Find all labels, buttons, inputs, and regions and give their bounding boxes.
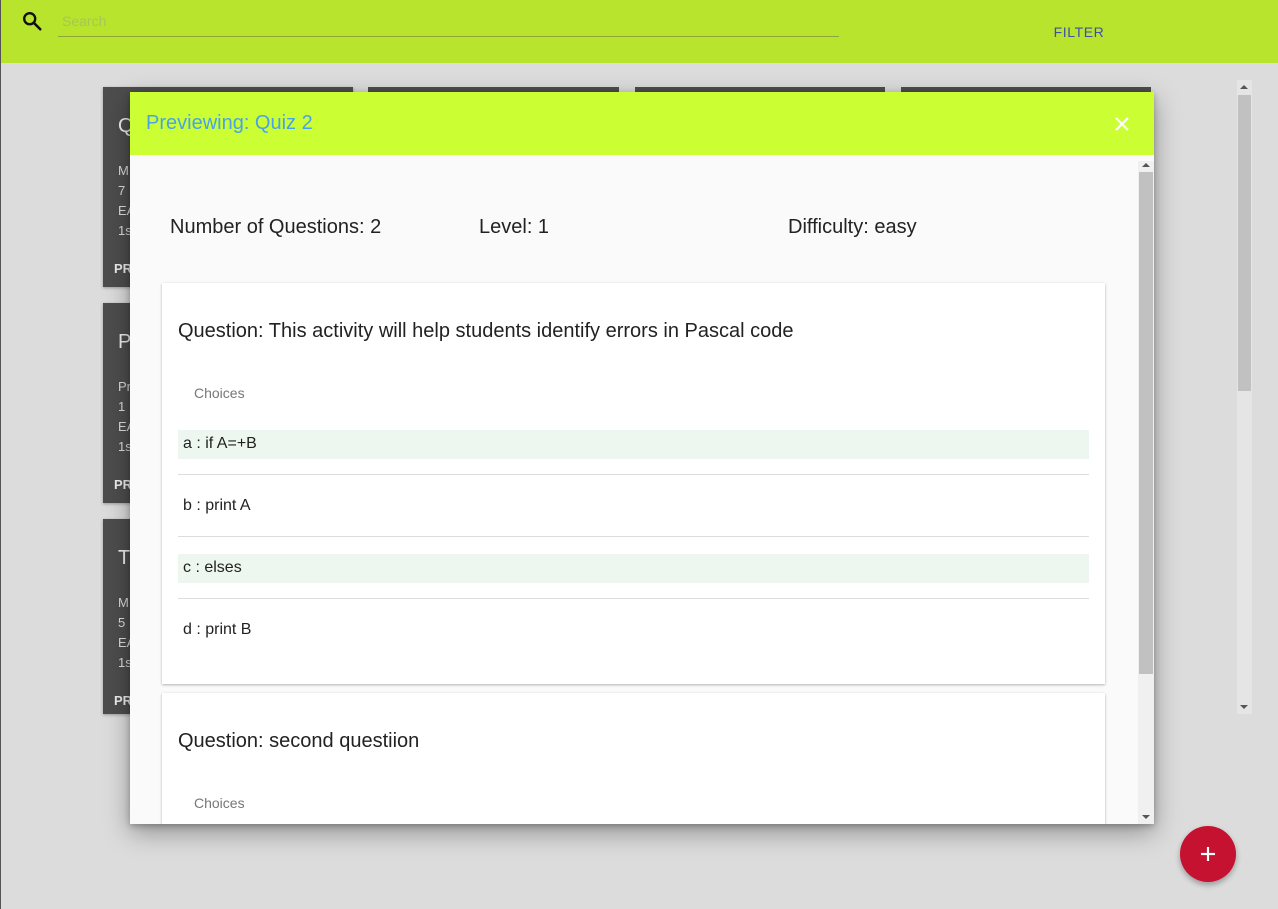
search-input[interactable] [58,6,839,37]
dialog-header: Previewing: Quiz 2 [130,92,1154,155]
quiz-card-line: 1 [118,399,126,414]
question-title: Question: This activity will help studen… [178,320,794,342]
question-card: Question: second questiion Choices [162,693,1105,824]
difficulty-value: Difficulty: easy [788,216,917,238]
search-icon[interactable] [21,10,43,32]
scrollbar-thumb[interactable] [1238,95,1251,391]
scroll-down-arrow-icon[interactable] [1142,815,1150,819]
dialog-content: Number of Questions: 2 Level: 1 Difficul… [130,155,1137,824]
quiz-card-line: 7 [118,183,126,198]
scroll-down-arrow-icon[interactable] [1240,705,1248,709]
choices-label: Choices [194,795,245,811]
scrollbar-thumb[interactable] [1139,172,1153,674]
divider [178,536,1089,537]
question-card: Question: This activity will help studen… [162,283,1105,684]
divider [178,598,1089,599]
dialog-scrollbar[interactable] [1138,161,1154,824]
choice-item[interactable]: d : print B [178,616,1089,645]
choices-label: Choices [194,385,245,401]
level-value: Level: 1 [479,216,550,238]
quiz-card-line: 5 [118,615,126,630]
page-scrollbar[interactable] [1237,80,1252,714]
filter-button[interactable]: FILTER [1041,18,1117,46]
question-count: Number of Questions: 2 [170,216,382,238]
quiz-card-line: M [118,163,129,178]
choice-item[interactable]: a : if A=+B [178,430,1089,459]
dialog-title: Previewing: Quiz 2 [146,112,313,134]
divider [178,474,1089,475]
choice-item[interactable]: b : print A [178,492,1089,521]
add-quiz-button[interactable] [1180,826,1236,882]
question-title: Question: second questiion [178,730,420,752]
quiz-preview-dialog: Previewing: Quiz 2 Number of Questions: … [130,92,1154,824]
close-button[interactable] [1108,110,1136,138]
quiz-card-title: T [118,547,131,569]
close-icon [1115,117,1129,131]
scroll-up-arrow-icon[interactable] [1142,163,1150,167]
app-toolbar: FILTER [1,0,1278,63]
add-icon [1201,847,1215,861]
choice-item[interactable]: c : elses [178,554,1089,583]
quiz-card-line: M [118,595,129,610]
scroll-up-arrow-icon[interactable] [1240,85,1248,89]
